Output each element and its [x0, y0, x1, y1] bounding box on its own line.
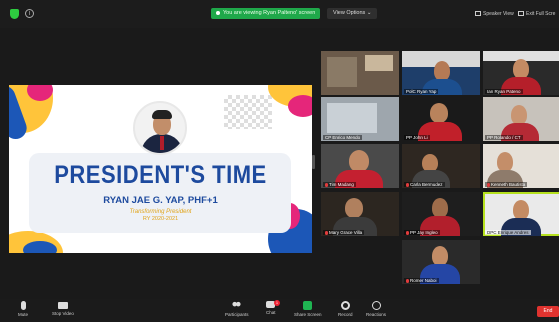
exit-full-screen-label: Exit Full Scre — [526, 11, 556, 17]
share-screen-icon — [303, 301, 313, 310]
shared-screen-slide: PRESIDENT'S TIME RYAN JAE G. YAP, PHF+1 … — [9, 85, 312, 253]
reactions-label: Reactions — [366, 312, 387, 317]
meeting-top-bar: i You are viewing Ryan Palteno' screen V… — [0, 0, 559, 28]
fullscreen-icon — [518, 11, 524, 17]
participants-icon — [232, 301, 242, 310]
participant-face — [513, 59, 529, 79]
muted-mic-icon — [487, 182, 490, 187]
participant-tile[interactable]: CP Enrico Mendo — [321, 97, 399, 141]
participant-name: PP John Li — [404, 135, 430, 140]
slide-president-name: RYAN JAE G. YAP, PHF+1 — [103, 195, 218, 206]
chat-label: Chat — [266, 310, 276, 315]
participant-name: PP Jay Ingleo — [404, 230, 440, 235]
security-shield-icon[interactable] — [10, 9, 19, 19]
record-label: Record — [338, 312, 353, 317]
participant-name-text: Romer Naboi — [410, 278, 437, 283]
exit-full-screen-button[interactable]: Exit Full Scre — [518, 11, 555, 17]
participants-button[interactable]: Participants — [225, 301, 249, 317]
reactions-icon — [371, 301, 381, 310]
participant-name-text: PP Jay Ingleo — [410, 230, 438, 235]
participant-name: Kenneth Bautista — [485, 182, 528, 187]
microphone-icon — [20, 301, 26, 310]
muted-mic-icon — [406, 278, 409, 283]
participant-name: CP Enrico Mendo — [323, 135, 363, 140]
muted-mic-icon — [406, 182, 409, 187]
president-portrait — [133, 101, 187, 155]
share-dot-icon — [216, 10, 220, 15]
participant-face — [513, 200, 529, 220]
participant-name-text: Tim Madang — [329, 182, 354, 187]
participant-tile[interactable]: PP Rolando / CT — [483, 97, 559, 141]
participant-tile[interactable]: Tim Madang — [321, 144, 399, 188]
decor-shape — [288, 95, 312, 117]
participant-name: Tim Madang — [323, 182, 356, 187]
stop-video-button[interactable]: Stop Video — [52, 301, 74, 316]
slide-year: RY 2020-2021 — [142, 216, 179, 222]
view-options-button[interactable]: View Options ⌄ — [327, 8, 378, 19]
checker-pattern — [224, 95, 272, 129]
participant-name: DPC Enrique Andres — [485, 230, 531, 235]
screen-share-banner: You are viewing Ryan Palteno' screen — [211, 8, 321, 19]
slide-title: PRESIDENT'S TIME — [54, 160, 267, 189]
room-wall — [327, 57, 357, 87]
participant-name: PolC Ryan Yap — [404, 89, 439, 94]
portrait-tie — [160, 136, 164, 150]
participant-tile[interactable]: Mary Grace Villa — [321, 192, 399, 236]
split-divider-handle[interactable] — [312, 155, 315, 169]
participant-tile[interactable]: Carla Bermudez — [402, 144, 480, 188]
record-icon — [340, 301, 350, 310]
meeting-info-icon[interactable]: i — [25, 9, 34, 18]
participant-face — [432, 198, 448, 218]
meeting-toolbar: Mute Stop Video Participants 1 Chat Share… — [0, 299, 559, 322]
reactions-button[interactable]: Reactions — [366, 301, 386, 317]
room-window — [327, 103, 377, 133]
participant-face — [497, 152, 513, 172]
muted-mic-icon — [406, 230, 409, 235]
share-banner-text: You are viewing Ryan Palteno' screen — [223, 10, 316, 16]
mute-label: Mute — [18, 312, 29, 317]
room-frame — [365, 55, 393, 71]
participant-name: PP Rolando / CT — [485, 135, 523, 140]
participant-tile[interactable]: Ian Ryan Pateno — [483, 51, 559, 95]
participant-tile[interactable]: Romer Naboi — [402, 240, 480, 284]
camera-icon — [57, 302, 68, 309]
muted-mic-icon — [325, 182, 328, 187]
chat-unread-badge: 1 — [274, 300, 280, 306]
record-button[interactable]: Record — [338, 301, 353, 317]
participant-name: Mary Grace Villa — [323, 230, 365, 235]
participant-name-text: Mary Grace Villa — [329, 230, 363, 235]
portrait-hair — [152, 110, 172, 119]
speaker-view-label: Speaker View — [483, 11, 514, 17]
share-screen-button[interactable]: Share Screen — [294, 301, 322, 317]
participant-tile[interactable]: PP Jay Ingleo — [402, 192, 480, 236]
mute-button[interactable]: Mute — [18, 301, 28, 317]
participant-name: Romer Naboi — [404, 278, 439, 283]
participant-face — [349, 150, 369, 172]
chat-button[interactable]: 1 Chat — [266, 300, 280, 315]
participant-tile[interactable]: PolC Ryan Yap — [402, 51, 480, 95]
participant-name: Ian Ryan Pateno — [485, 89, 523, 94]
share-label: Share Screen — [294, 312, 322, 317]
decor-shape — [23, 241, 57, 253]
slide-subtitle: Transforming President — [129, 209, 192, 215]
participant-face — [434, 61, 450, 81]
speaker-view-button[interactable]: Speaker View — [475, 11, 514, 17]
end-meeting-button[interactable]: End — [537, 306, 559, 317]
video-label: Stop Video — [52, 311, 74, 316]
participants-label: Participants — [225, 312, 249, 317]
participant-face — [432, 246, 448, 266]
participant-tile[interactable]: PP John Li — [402, 97, 480, 141]
participant-tile[interactable] — [321, 51, 399, 95]
muted-mic-icon — [325, 230, 328, 235]
participant-face — [511, 105, 527, 125]
participant-face — [430, 103, 448, 123]
participant-face — [345, 198, 363, 218]
participant-name-text: Kenneth Bautista — [491, 182, 526, 187]
participant-tile[interactable]: Kenneth Bautista — [483, 144, 559, 188]
participant-tile-active-speaker[interactable]: DPC Enrique Andres — [483, 192, 559, 236]
participant-name-text: Carla Bermudez — [410, 182, 443, 187]
grid-icon — [475, 11, 481, 17]
participant-name: Carla Bermudez — [404, 182, 445, 187]
